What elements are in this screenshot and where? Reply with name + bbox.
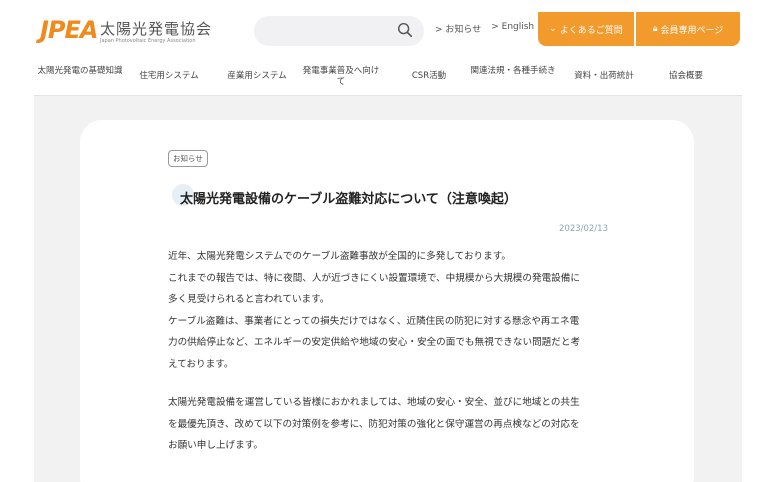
news-link-label: お知らせ (445, 25, 482, 35)
nav-item-basics[interactable]: 太陽光発電の基礎知識 (36, 66, 124, 77)
news-link[interactable]: > お知らせ (435, 22, 481, 35)
lock-icon: 🔒︎ (652, 24, 658, 34)
nav-item-regulations[interactable]: 関連法規・各種手続き (470, 66, 556, 77)
nav-item-statistics[interactable]: 資料・出荷統計 (568, 71, 640, 82)
site-header: JPEA 太陽光発電協会 Japan Photovoltaic Energy A… (34, 0, 742, 60)
member-page-button[interactable]: 🔒︎ 会員専用ページ (636, 12, 740, 46)
article-title: 太陽光発電設備のケーブル盗難対応について（注意喚起） (180, 192, 517, 207)
paragraph-line: を最優先頂き、改めて以下の対策例を参考に、防犯対策の強化と保守運営の再点検などの… (168, 418, 580, 430)
nav-item-csr[interactable]: CSR活動 (404, 71, 454, 82)
logo-mark: JPEA (40, 16, 98, 44)
faq-button[interactable]: ⌄ よくあるご質問 (538, 12, 634, 46)
article-paragraph-2: 太陽光発電設備を運営している皆様におかれましては、地域の安心・安全、並びに地域と… (168, 392, 618, 457)
main-nav: 太陽光発電の基礎知識 住宅用システム 産業用システム 発電事業普及へ向けて CS… (34, 60, 742, 96)
paragraph-line: 太陽光発電設備を運営している皆様におかれましては、地域の安心・安全、並びに地域と… (168, 397, 580, 408)
category-tag[interactable]: お知らせ (168, 150, 208, 167)
nav-item-industrial[interactable]: 産業用システム (222, 71, 292, 82)
top-links: > お知らせ > English (435, 22, 534, 35)
paragraph-line: お願い申し上げます。 (168, 440, 263, 451)
english-link[interactable]: > English (491, 22, 534, 35)
nav-item-about[interactable]: 協会概要 (658, 71, 714, 82)
article-card: お知らせ 太陽光発電設備のケーブル盗難対応について（注意喚起） 2023/02/… (80, 120, 694, 482)
paragraph-line: 多く見受けられると言われています。 (168, 294, 330, 305)
paragraph-line: えております。 (168, 358, 234, 370)
search-icon[interactable] (396, 21, 414, 39)
search-input[interactable] (254, 16, 424, 46)
site-logo[interactable]: JPEA 太陽光発電協会 Japan Photovoltaic Energy A… (40, 14, 230, 48)
paragraph-line: 力の供給停止など、エネルギーの安定供給や地域の安心・安全の面でも無視できない問題… (168, 337, 581, 348)
article-paragraph-1: 近年、太陽光発電システムでのケーブル盗難事故が全国的に多発しております。 これま… (168, 246, 618, 375)
member-button-label: 会員専用ページ (660, 25, 724, 36)
paragraph-line: これまでの報告では、特に夜間、人が近づきにくい設置環境で、中規模から大規模の発電… (168, 272, 580, 284)
logo-subtitle: Japan Photovoltaic Energy Association (100, 38, 196, 44)
chevron-down-icon: ⌄ (549, 24, 557, 34)
nav-item-residential[interactable]: 住宅用システム (134, 71, 204, 82)
english-link-label: English (501, 22, 535, 32)
article-date: 2023/02/13 (559, 224, 608, 234)
paragraph-line: ケーブル盗難は、事業者にとっての損失だけではなく、近隣住民の防犯に対する懸念や再… (168, 315, 580, 327)
nav-item-power-business[interactable]: 発電事業普及へ向けて (302, 66, 380, 88)
logo-name: 太陽光発電協会 (100, 20, 213, 38)
paragraph-line: 近年、太陽光発電システムでのケーブル盗難事故が全国的に多発しております。 (168, 251, 511, 262)
faq-button-label: よくあるご質問 (559, 25, 623, 36)
